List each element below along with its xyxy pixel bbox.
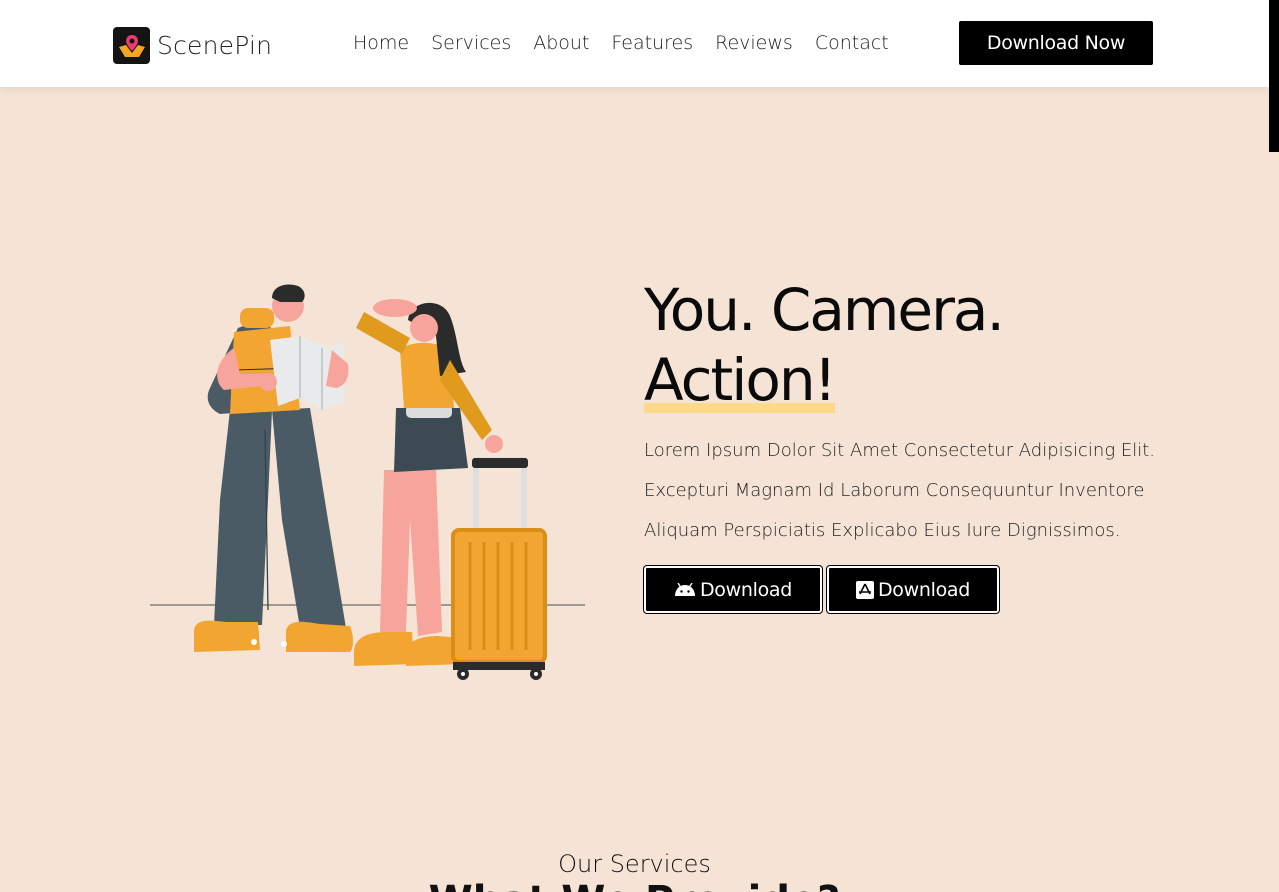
brand-logo[interactable]: ScenePin — [113, 27, 272, 64]
download-now-button[interactable]: Download Now — [959, 21, 1153, 65]
services-title: What We Provide? — [0, 878, 1269, 892]
travelers-illustration — [150, 280, 590, 690]
main-nav: Home Services About Features Reviews Con… — [353, 32, 911, 54]
nav-features[interactable]: Features — [611, 32, 693, 54]
brand-name: ScenePin — [157, 31, 273, 60]
download-buttons: Download Download — [644, 566, 1004, 613]
app-store-download-label: Download — [877, 578, 971, 601]
app-store-icon — [855, 580, 874, 599]
hero-description: Lorem Ipsum Dolor Sit Amet Consectetur A… — [644, 440, 1156, 541]
services-kicker: Our Services — [558, 850, 711, 878]
nav-about[interactable]: About — [533, 32, 589, 54]
nav-services[interactable]: Services — [431, 32, 511, 54]
hero-title-line-1: You. Camera. — [644, 276, 1005, 344]
hero-title-highlight: Action! — [644, 346, 837, 414]
android-download-button[interactable]: Download — [644, 566, 822, 613]
app-store-download-button[interactable]: Download — [827, 566, 999, 613]
hero-title: You. Camera. Action! — [644, 275, 1005, 415]
page-scrollbar[interactable] — [1269, 0, 1279, 892]
nav-reviews[interactable]: Reviews — [715, 32, 793, 54]
nav-home[interactable]: Home — [353, 32, 409, 54]
android-icon — [674, 582, 696, 597]
nav-contact[interactable]: Contact — [815, 32, 889, 54]
android-download-label: Download — [699, 578, 793, 601]
site-header: ScenePin Home Services About Features Re… — [0, 0, 1269, 87]
scrollbar-thumb[interactable] — [1269, 0, 1279, 152]
map-pin-logo-icon — [113, 27, 150, 64]
